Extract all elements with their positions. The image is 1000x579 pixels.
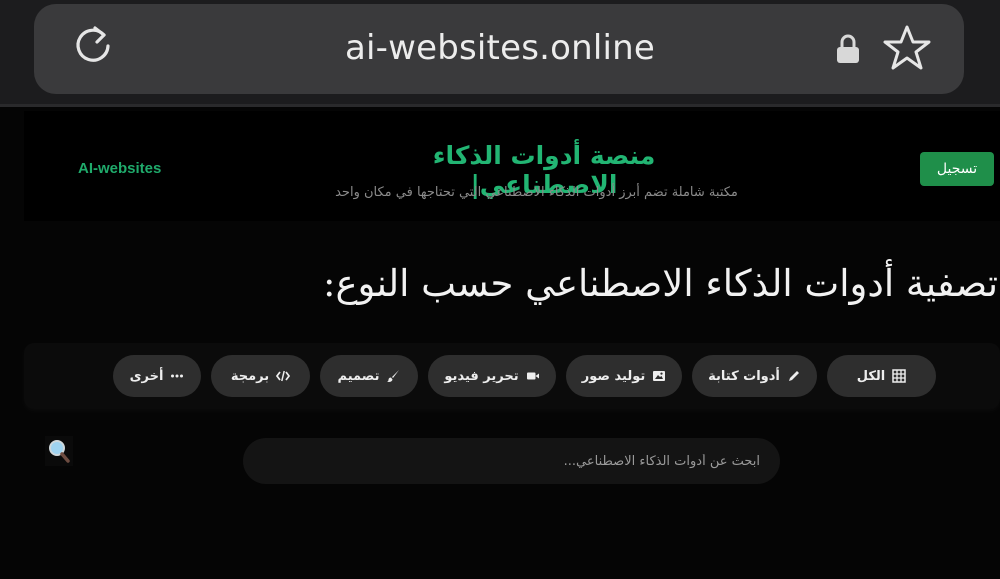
brush-icon [387, 370, 400, 382]
bookmark-star-icon[interactable] [882, 24, 932, 72]
filter-chip-label: تصميم [337, 368, 380, 384]
filter-chip-label: الكل [856, 368, 886, 384]
image-icon [653, 371, 666, 381]
filter-chip-label: تحرير فيديو [444, 368, 519, 384]
search-input[interactable] [243, 438, 780, 484]
pencil-icon [788, 371, 799, 381]
filter-chip-label: توليد صور [581, 368, 646, 384]
web-page: AI-websites منصة أدوات الذكاء الاصطناعي|… [0, 107, 1000, 579]
more-icon [171, 374, 184, 378]
reload-icon[interactable] [70, 23, 116, 69]
lock-icon [837, 34, 859, 63]
header-subtitle: مكتبة شاملة تضم أبرز أدوات الذكاء الاصطن… [335, 185, 738, 200]
filter-chip-video-editing[interactable]: تحرير فيديو [428, 355, 556, 397]
filter-chip-label: أخرى [129, 368, 164, 384]
register-button[interactable]: تسجيل [920, 152, 994, 186]
magnifier-icon[interactable] [45, 436, 73, 466]
filter-chip-label: أدوات كتابة [708, 368, 780, 384]
grid-icon [892, 369, 907, 383]
code-icon [276, 370, 291, 382]
filter-heading: تصفية أدوات الذكاء الاصطناعي حسب النوع: [323, 262, 998, 305]
filter-chip-writing[interactable]: أدوات كتابة [692, 355, 817, 397]
video-camera-icon [526, 372, 539, 380]
filter-chip-bar: الكل أدوات كتابة توليد صور تحرير فيديو ت… [24, 343, 1000, 409]
filter-chip-label: برمجة [230, 368, 270, 384]
filter-chip-other[interactable]: أخرى [113, 355, 201, 397]
search-section [0, 429, 1000, 489]
filter-chip-image-generation[interactable]: توليد صور [566, 355, 682, 397]
brand-logo-text[interactable]: AI-websites [78, 160, 161, 177]
url-text[interactable]: ai-websites.online [180, 28, 820, 68]
filter-chip-programming[interactable]: برمجة [211, 355, 310, 397]
filter-chip-design[interactable]: تصميم [320, 355, 418, 397]
site-header: AI-websites منصة أدوات الذكاء الاصطناعي|… [24, 111, 1000, 221]
filter-chip-all[interactable]: الكل [827, 355, 936, 397]
browser-toolbar: ai-websites.online [0, 0, 1000, 104]
